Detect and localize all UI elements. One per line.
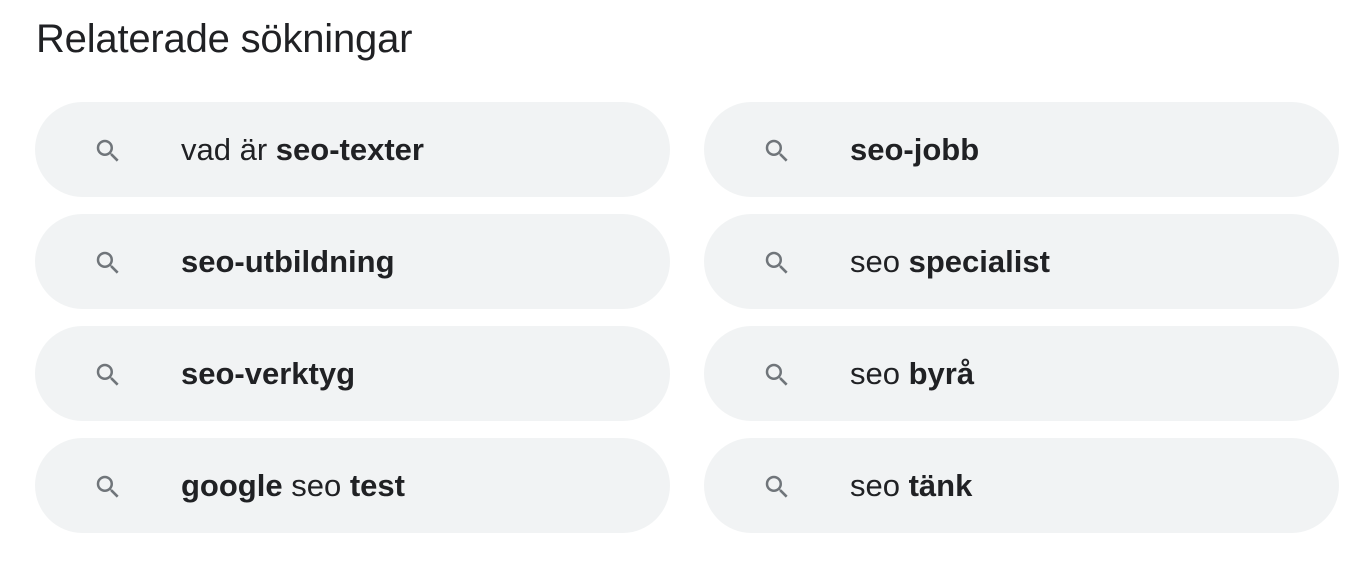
related-search-chip[interactable]: seo byrå xyxy=(704,326,1339,421)
label-bold-segment: tänk xyxy=(908,468,973,503)
search-icon xyxy=(765,139,788,162)
related-searches-grid: vad är seo-texter seo-jobb seo-utbildning s… xyxy=(35,102,1339,533)
search-icon xyxy=(765,251,788,274)
label-bold-segment: test xyxy=(349,468,405,503)
related-search-label: seo-verktyg xyxy=(181,326,355,421)
search-icon xyxy=(96,251,119,274)
search-icon xyxy=(765,363,788,386)
related-search-chip[interactable]: google seo test xyxy=(35,438,670,533)
related-search-label: google seo test xyxy=(181,438,405,533)
label-segment: seo xyxy=(850,356,909,391)
label-segment: seo xyxy=(282,468,350,503)
label-bold-segment: specialist xyxy=(908,244,1050,279)
search-icon xyxy=(96,139,119,162)
label-bold-segment: google xyxy=(181,468,283,503)
related-search-label: seo-utbildning xyxy=(181,214,395,309)
label-segment: vad är xyxy=(181,132,276,167)
related-search-chip[interactable]: seo tänk xyxy=(704,438,1339,533)
related-search-chip[interactable]: seo specialist xyxy=(704,214,1339,309)
section-title: Relaterade sökningar xyxy=(36,17,413,61)
related-search-chip[interactable]: seo-utbildning xyxy=(35,214,670,309)
search-icon xyxy=(96,475,119,498)
label-bold-segment: seo-utbildning xyxy=(181,244,395,279)
search-icon xyxy=(96,363,119,386)
related-search-chip[interactable]: vad är seo-texter xyxy=(35,102,670,197)
label-bold-segment: seo-texter xyxy=(275,132,424,167)
search-icon xyxy=(765,475,788,498)
label-segment: seo xyxy=(850,244,909,279)
label-segment: seo xyxy=(850,468,909,503)
related-search-label: seo tänk xyxy=(850,438,972,533)
label-bold-segment: seo-jobb xyxy=(850,132,980,167)
related-search-label: seo byrå xyxy=(850,326,974,421)
label-bold-segment: byrå xyxy=(908,356,975,391)
related-search-chip[interactable]: seo-jobb xyxy=(704,102,1339,197)
related-search-label: seo specialist xyxy=(850,214,1050,309)
related-search-label: vad är seo-texter xyxy=(181,102,424,197)
label-bold-segment: seo-verktyg xyxy=(181,356,356,391)
related-search-label: seo-jobb xyxy=(850,102,979,197)
related-search-chip[interactable]: seo-verktyg xyxy=(35,326,670,421)
